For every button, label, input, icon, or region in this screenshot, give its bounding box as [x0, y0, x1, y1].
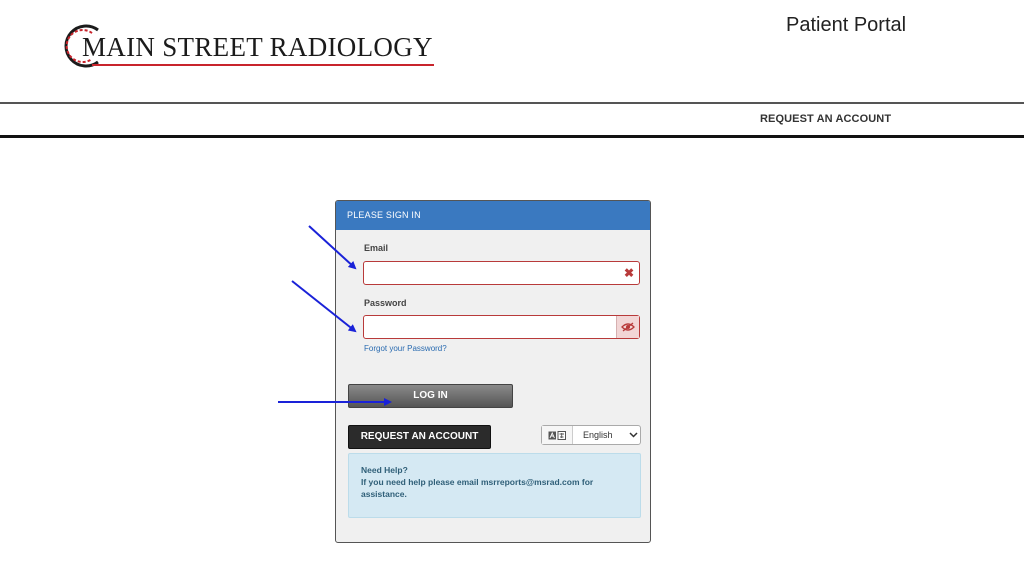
forgot-password-link[interactable]: Forgot your Password? [364, 344, 447, 353]
login-panel: PLEASE SIGN IN Email ✖ Password Forgot y… [335, 200, 651, 543]
request-account-button[interactable]: REQUEST AN ACCOUNT [348, 425, 491, 449]
help-box: Need Help? If you need help please email… [348, 453, 641, 518]
password-label: Password [364, 298, 407, 308]
header-divider-top [0, 102, 1024, 104]
logo: MAIN STREET RADIOLOGY [62, 22, 442, 72]
password-field[interactable] [364, 316, 616, 338]
logo-text: MAIN STREET RADIOLOGY [82, 32, 433, 62]
language-selected-value: English [583, 430, 613, 440]
nav-request-account-link[interactable]: REQUEST AN ACCOUNT [760, 113, 891, 125]
eye-slash-icon [621, 322, 635, 332]
toggle-password-visibility-button[interactable] [616, 316, 639, 338]
page-title: Patient Portal [786, 14, 907, 36]
email-field-wrapper: ✖ [363, 261, 640, 285]
help-title: Need Help? [361, 465, 408, 475]
chevron-down-icon [626, 432, 640, 438]
email-label: Email [364, 243, 389, 253]
logo-underline [92, 64, 434, 66]
password-field-wrapper [363, 315, 640, 339]
language-select[interactable]: English [541, 425, 641, 445]
header-divider-bottom [0, 135, 1024, 138]
email-field[interactable] [364, 262, 616, 284]
login-button[interactable]: LOG IN [348, 384, 513, 408]
help-text: If you need help please email msrreports… [361, 477, 594, 499]
panel-title: PLEASE SIGN IN [336, 201, 650, 230]
clear-icon[interactable]: ✖ [624, 266, 634, 280]
translate-icon [542, 426, 573, 444]
